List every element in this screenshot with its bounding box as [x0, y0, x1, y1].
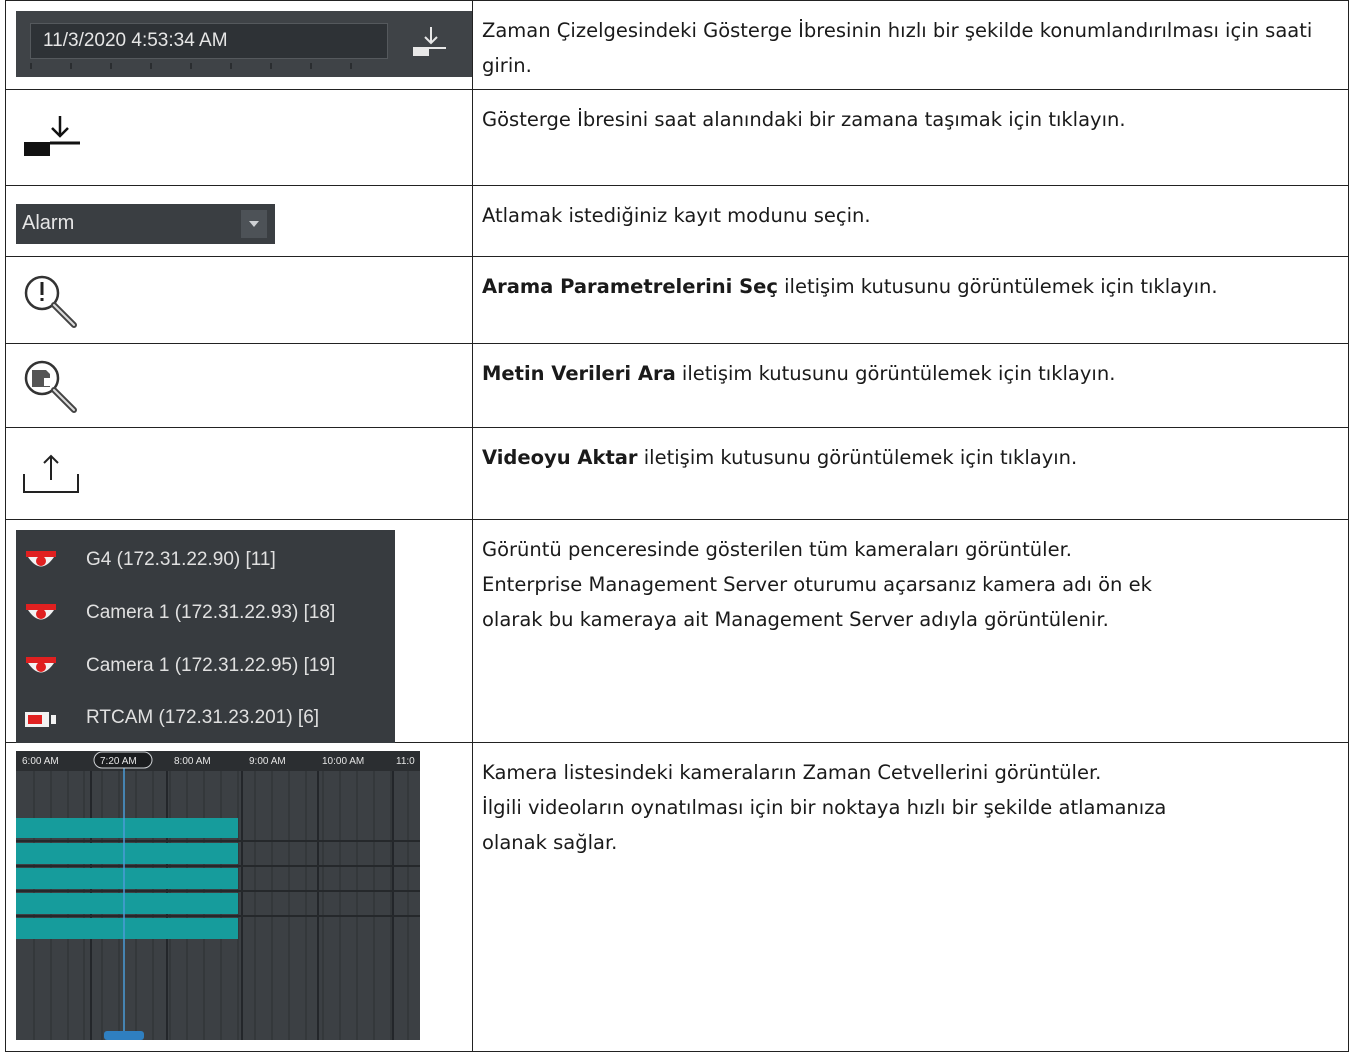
- timeline-label: 6:00 AM: [22, 756, 59, 767]
- search-text-data-icon[interactable]: [20, 356, 82, 418]
- description-text: Zaman Çizelgesindeki Gösterge İbresinin …: [482, 19, 1313, 77]
- camera-label: G4 (172.31.22.90) [11]: [86, 549, 276, 570]
- dome-camera-icon: [26, 551, 56, 567]
- description-text: Arama Parametrelerini Seç iletişim kutus…: [482, 269, 1348, 304]
- description-line: İlgili videoların oynatılması için bir n…: [482, 796, 1167, 819]
- description-line: Enterprise Management Server oturumu aça…: [482, 573, 1152, 596]
- camera-label: RTCAM (172.31.23.201) [6]: [86, 707, 320, 728]
- description-cell: Zaman Çizelgesindeki Gösterge İbresinin …: [472, 0, 1349, 90]
- description-rest: iletişim kutusunu görüntülemek için tıkl…: [675, 362, 1116, 385]
- description-rest: iletişim kutusunu görüntülemek için tıkl…: [777, 275, 1218, 298]
- datetime-value: 11/3/2020 4:53:34 AM: [43, 30, 228, 51]
- icon-cell-export: [5, 427, 473, 520]
- description-rest: iletişim kutusunu görüntülemek için tıkl…: [637, 446, 1078, 469]
- jump-to-time-icon[interactable]: [20, 112, 84, 162]
- description-line: Görüntü penceresinde gösterilen tüm kame…: [482, 538, 1072, 561]
- description-cell: Metin Verileri Ara iletişim kutusunu gör…: [472, 343, 1349, 428]
- icon-cell-timeline: 6:00 AM 7:20 AM 8:00 AM 9:00 AM 10:00 AM…: [5, 742, 473, 1052]
- timeline-graphic: 6:00 AM 7:20 AM 8:00 AM 9:00 AM 10:00 AM…: [16, 751, 420, 1040]
- timeline-label: 11:0: [396, 756, 415, 767]
- dialog-name: Videoyu Aktar: [482, 446, 638, 469]
- camera-list: G4 (172.31.22.90) [11] Camera 1 (172.31.…: [16, 530, 395, 743]
- timeline-label: 9:00 AM: [249, 756, 286, 767]
- playhead-handle: [104, 1031, 144, 1040]
- timeline-label: 8:00 AM: [174, 756, 211, 767]
- timeline-toolbar: 11/3/2020 4:53:34 AM: [16, 11, 472, 77]
- description-cell: Atlamak istediğiniz kayıt modunu seçin.: [472, 185, 1349, 257]
- datetime-input[interactable]: 11/3/2020 4:53:34 AM: [30, 23, 388, 59]
- description-text: Atlamak istediğiniz kayıt modunu seçin.: [482, 204, 871, 227]
- icon-cell-mode-dropdown: Alarm: [5, 185, 473, 257]
- icon-cell-text-search: [5, 343, 473, 428]
- box-camera-icon: [25, 712, 56, 727]
- camera-list-item[interactable]: Camera 1 (172.31.22.93) [18]: [24, 597, 394, 631]
- dialog-name: Arama Parametrelerini Seç: [482, 275, 778, 298]
- jump-to-time-icon[interactable]: [409, 23, 449, 63]
- toolbar-ticks: [30, 63, 386, 69]
- recording-mode-value: Alarm: [22, 212, 75, 234]
- search-alert-icon[interactable]: [20, 271, 82, 333]
- camera-list-item[interactable]: RTCAM (172.31.23.201) [6]: [24, 702, 394, 736]
- description-cell: Videoyu Aktar iletişim kutusunu görüntül…: [472, 427, 1349, 520]
- recording-segments: [16, 818, 238, 939]
- description-text: Videoyu Aktar iletişim kutusunu görüntül…: [482, 440, 1348, 475]
- description-cell: Arama Parametrelerini Seç iletişim kutus…: [472, 256, 1349, 344]
- icon-cell-time-field: 11/3/2020 4:53:34 AM: [5, 0, 473, 90]
- description-line: olanak sağlar.: [482, 831, 618, 854]
- timeline-cursor-label: 7:20 AM: [100, 756, 137, 767]
- camera-label: Camera 1 (172.31.22.95) [19]: [86, 655, 336, 676]
- export-icon[interactable]: [20, 450, 84, 496]
- dialog-name: Metin Verileri Ara: [482, 362, 676, 385]
- dropdown-arrow-button[interactable]: [241, 210, 267, 238]
- dome-camera-icon: [26, 604, 56, 620]
- icon-cell-search-params: [5, 256, 473, 344]
- timeline-label: 10:00 AM: [322, 756, 364, 767]
- camera-list-item[interactable]: Camera 1 (172.31.22.95) [19]: [24, 650, 394, 684]
- description-text: Metin Verileri Ara iletişim kutusunu gör…: [482, 356, 1348, 391]
- ui-reference-table: 11/3/2020 4:53:34 AM Zaman Çizelgesindek…: [5, 0, 1349, 1052]
- camera-list-item[interactable]: G4 (172.31.22.90) [11]: [24, 544, 394, 578]
- icon-cell-camera-list: G4 (172.31.22.90) [11] Camera 1 (172.31.…: [5, 519, 473, 743]
- description-cell: Görüntü penceresinde gösterilen tüm kame…: [472, 519, 1349, 743]
- recording-mode-select[interactable]: Alarm: [16, 204, 275, 244]
- chevron-down-icon: [249, 221, 259, 227]
- description-line: olarak bu kameraya ait Management Server…: [482, 608, 1109, 631]
- camera-label: Camera 1 (172.31.22.93) [18]: [86, 602, 336, 623]
- description-text: Gösterge İbresini saat alanındaki bir za…: [482, 108, 1126, 131]
- dome-camera-icon: [26, 657, 56, 673]
- description-cell: Kamera listesindeki kameraların Zaman Ce…: [472, 742, 1349, 1052]
- icon-cell-jump-button: [5, 89, 473, 186]
- timeline-panel[interactable]: 6:00 AM 7:20 AM 8:00 AM 9:00 AM 10:00 AM…: [16, 751, 420, 1040]
- description-line: Kamera listesindeki kameraların Zaman Ce…: [482, 761, 1102, 784]
- description-cell: Gösterge İbresini saat alanındaki bir za…: [472, 89, 1349, 186]
